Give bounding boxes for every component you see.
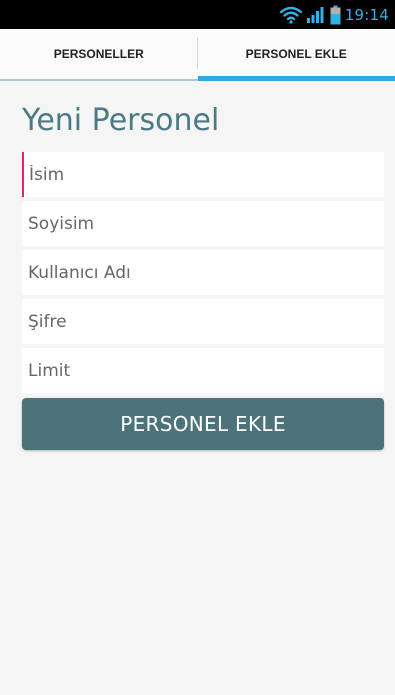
page-title: Yeni Personel [22,103,220,138]
username-field[interactable] [22,250,384,295]
last-name-field[interactable] [22,201,384,246]
first-name-field[interactable] [22,152,384,197]
add-personnel-button[interactable]: PERSONEL EKLE [22,398,384,450]
tab-bar: PERSONELLER PERSONEL EKLE [0,29,395,81]
battery-icon [330,5,341,25]
signal-icon [306,6,326,24]
status-bar: 19:14 [0,0,395,29]
tab-personeller[interactable]: PERSONELLER [0,29,198,81]
tab-personel-ekle[interactable]: PERSONEL EKLE [197,29,395,81]
password-field[interactable] [22,299,384,344]
limit-field[interactable] [22,348,384,393]
tab-personel-ekle-label: PERSONEL EKLE [245,47,347,61]
wifi-icon [279,6,302,24]
status-time: 19:14 [344,5,389,24]
add-personnel-form: Yeni Personel PERSONEL EKLE [0,81,395,695]
tab-personeller-label: PERSONELLER [53,47,144,61]
